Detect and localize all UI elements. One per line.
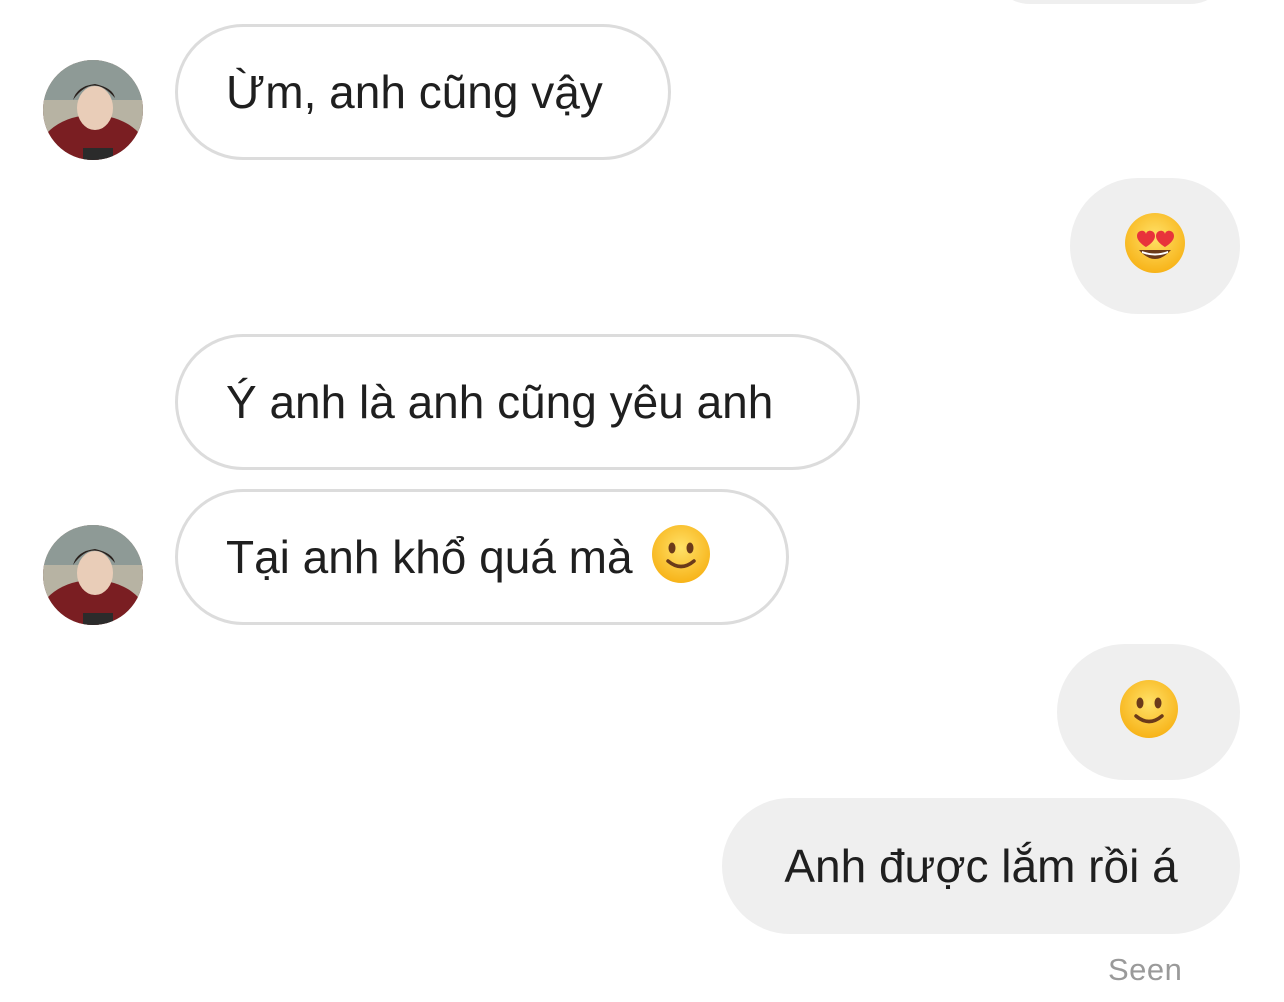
message-text: Ừm, anh cũng vậy: [226, 66, 603, 118]
slightly-smiling-emoji-icon: [1119, 679, 1179, 746]
message-text: Ý anh là anh cũng yêu anh: [226, 376, 774, 428]
slightly-smiling-emoji-icon: [651, 524, 711, 591]
contact-avatar[interactable]: [43, 60, 143, 160]
message-bubble-outgoing[interactable]: Anh được lắm rồi á: [722, 798, 1240, 934]
message-bubble[interactable]: Ừm, anh cũng vậy: [175, 24, 671, 160]
seen-status: Seen: [1108, 952, 1183, 987]
heart-eyes-emoji-icon: [1124, 212, 1186, 281]
previous-message-bubble: [990, 0, 1230, 4]
message-bubble[interactable]: Tại anh khổ quá mà: [175, 489, 789, 625]
message-bubble[interactable]: Ý anh là anh cũng yêu anh: [175, 334, 860, 470]
message-bubble-outgoing[interactable]: [1057, 644, 1240, 780]
message-text: Tại anh khổ quá mà: [226, 531, 633, 583]
message-text: Anh được lắm rồi á: [784, 840, 1178, 892]
contact-avatar[interactable]: [43, 525, 143, 625]
message-bubble-outgoing[interactable]: [1070, 178, 1240, 314]
